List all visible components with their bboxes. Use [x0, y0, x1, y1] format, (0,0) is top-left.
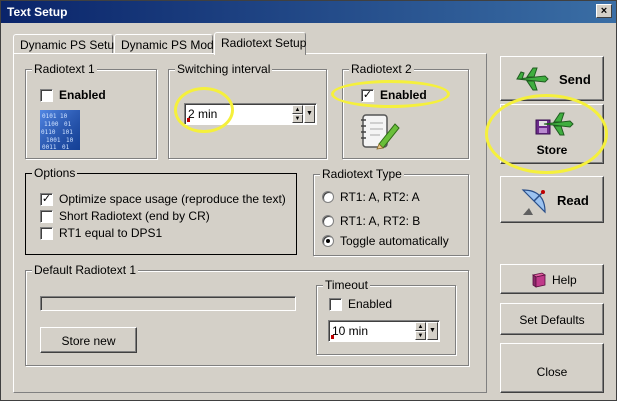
send-jet-icon: [516, 67, 549, 91]
option-rt1-equal-dps1[interactable]: RT1 equal to DPS1: [40, 226, 162, 240]
tab-radiotext-setup[interactable]: Radiotext Setup: [214, 32, 306, 55]
radio-toggle-automatically[interactable]: Toggle automatically: [322, 234, 449, 248]
radiotext2-enabled-checkbox[interactable]: ✓ Enabled: [361, 88, 427, 102]
radio-rt1a-rt2a-label: RT1: A, RT2: A: [340, 190, 420, 204]
spin-down-icon[interactable]: ▼: [292, 114, 303, 123]
close-window-button[interactable]: ×: [596, 4, 612, 18]
send-button[interactable]: Send: [500, 56, 604, 101]
window-title: Text Setup: [7, 5, 68, 19]
svg-text:10: 10: [60, 113, 68, 120]
radio-toggle-automatically-circle[interactable]: [322, 235, 334, 247]
radiotext2-group-label: Radiotext 2: [349, 62, 414, 76]
option-short-radiotext-label: Short Radiotext (end by CR): [59, 209, 210, 223]
help-button[interactable]: Help: [500, 264, 604, 294]
timeout-combo[interactable]: 10 min ▲ ▼ ▼: [328, 320, 440, 342]
radiotext2-group: Radiotext 2 ✓ Enabled: [342, 62, 469, 159]
svg-text:1100: 1100: [44, 121, 59, 128]
timeout-marker: [331, 335, 334, 339]
option-optimize-space[interactable]: ✓ Optimize space usage (reproduce the te…: [40, 192, 286, 206]
binary-data-icon: 0101 10 1100 01 0110 101 1001 10 0011 01: [40, 110, 80, 150]
set-defaults-button-label: Set Defaults: [519, 313, 585, 327]
radio-toggle-automatically-label: Toggle automatically: [340, 234, 449, 248]
text-setup-window: Text Setup × Dynamic PS Setup Dynamic PS…: [0, 0, 617, 401]
radiotext-type-group: Radiotext Type RT1: A, RT2: A RT1: A, RT…: [313, 167, 469, 256]
switching-interval-label: Switching interval: [175, 62, 273, 76]
radio-rt1a-rt2b[interactable]: RT1: A, RT2: B: [322, 214, 420, 228]
store-button[interactable]: Store: [500, 104, 604, 164]
radio-rt1a-rt2b-label: RT1: A, RT2: B: [340, 214, 421, 228]
close-button-label: Close: [536, 365, 568, 379]
radiotext1-group: Radiotext 1 Enabled 0101 10 1100 01 0110 10…: [25, 62, 157, 159]
tab-dynamic-ps-mode[interactable]: Dynamic PS Mode: [114, 34, 220, 54]
svg-text:01: 01: [64, 121, 72, 128]
svg-text:01: 01: [62, 144, 70, 150]
spin-down-icon[interactable]: ▼: [415, 331, 426, 340]
radiotext2-enabled-box[interactable]: ✓: [361, 88, 374, 102]
option-optimize-space-label: Optimize space usage (reproduce the text…: [59, 192, 286, 206]
spin-up-icon[interactable]: ▲: [415, 322, 426, 331]
radiotext1-enabled-label: Enabled: [59, 88, 106, 102]
timeout-value: 10 min: [332, 324, 369, 338]
default-radiotext1-field[interactable]: [40, 296, 296, 311]
svg-text:0011: 0011: [42, 144, 57, 150]
timeout-enabled-label: Enabled: [348, 297, 393, 311]
store-new-button[interactable]: Store new: [40, 327, 137, 353]
switching-interval-spinner[interactable]: ▲ ▼: [292, 105, 303, 123]
options-group-label: Options: [32, 166, 78, 180]
set-defaults-button[interactable]: Set Defaults: [500, 303, 604, 335]
timeout-enabled-checkbox[interactable]: Enabled: [329, 297, 392, 311]
svg-text:10: 10: [66, 137, 74, 144]
spin-up-icon[interactable]: ▲: [292, 105, 303, 114]
radio-rt1a-rt2a[interactable]: RT1: A, RT2: A: [322, 190, 420, 204]
notepad-pencil-icon: [361, 114, 400, 150]
timeout-spinner[interactable]: ▲ ▼: [415, 322, 426, 340]
tab-dynamic-ps-setup[interactable]: Dynamic PS Setup: [13, 34, 121, 54]
timeout-group-label: Timeout: [323, 278, 370, 292]
close-button[interactable]: Close: [500, 343, 604, 393]
option-short-radiotext-box[interactable]: [40, 209, 53, 223]
store-jet-disk-icon: [535, 112, 574, 136]
store-button-label: Store: [536, 143, 568, 157]
store-new-button-label: Store new: [61, 334, 116, 348]
send-button-label: Send: [559, 72, 591, 87]
options-group: Options ✓ Optimize space usage (reproduc…: [25, 166, 297, 255]
svg-text:1001: 1001: [46, 137, 61, 144]
default-radiotext1-label: Default Radiotext 1: [32, 263, 139, 277]
svg-text:101: 101: [62, 129, 73, 136]
timeout-group: Timeout Enabled 10 min ▲ ▼ ▼: [316, 278, 456, 355]
switching-interval-group: Switching interval 2 min ▲ ▼ ▼: [168, 62, 327, 159]
option-optimize-space-box[interactable]: ✓: [40, 192, 53, 206]
radiotext1-group-label: Radiotext 1: [32, 62, 97, 76]
chevron-down-icon[interactable]: ▼: [427, 322, 438, 340]
option-short-radiotext[interactable]: Short Radiotext (end by CR): [40, 209, 210, 223]
switching-interval-value: 2 min: [188, 107, 218, 121]
switching-interval-combo[interactable]: 2 min ▲ ▼ ▼: [184, 103, 317, 125]
read-button[interactable]: Read: [500, 176, 604, 223]
radio-rt1a-rt2b-circle[interactable]: [322, 215, 334, 227]
timeout-enabled-box[interactable]: [329, 297, 342, 311]
radiotext-type-label: Radiotext Type: [320, 167, 404, 181]
read-button-label: Read: [557, 193, 589, 208]
svg-text:0101: 0101: [42, 113, 57, 120]
read-satellite-dish-icon: [521, 189, 546, 215]
help-button-label: Help: [552, 273, 577, 287]
option-rt1-equal-dps1-label: RT1 equal to DPS1: [59, 226, 163, 240]
title-bar[interactable]: Text Setup ×: [1, 1, 616, 23]
switching-interval-marker: [187, 118, 190, 122]
radiotext1-enabled-box[interactable]: [40, 88, 53, 102]
option-rt1-equal-dps1-box[interactable]: [40, 226, 53, 240]
svg-text:0110: 0110: [41, 129, 56, 136]
chevron-down-icon[interactable]: ▼: [304, 105, 315, 123]
radiotext2-enabled-label: Enabled: [380, 88, 427, 102]
radio-rt1a-rt2a-circle[interactable]: [322, 191, 334, 203]
help-book-icon: [531, 272, 547, 288]
radiotext1-enabled-checkbox[interactable]: Enabled: [40, 88, 106, 102]
